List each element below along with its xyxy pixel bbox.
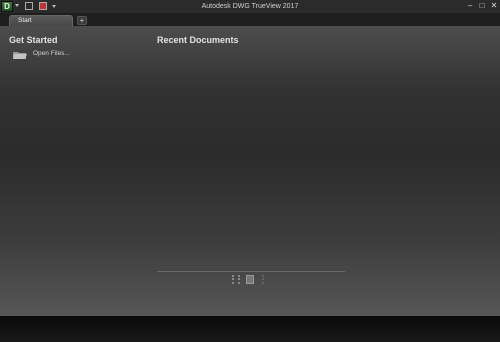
get-started-heading: Get Started — [9, 35, 58, 45]
file-tab-bar: Start + — [0, 13, 500, 26]
new-tab-button[interactable]: + — [77, 16, 87, 25]
folder-icon — [13, 52, 27, 59]
status-bar — [0, 316, 500, 342]
minimize-button[interactable]: – — [465, 1, 475, 11]
open-files-label: Open Files... — [33, 50, 70, 57]
divider — [157, 271, 345, 272]
window-title: Autodesk DWG TrueView 2017 — [201, 3, 299, 10]
recent-view-controls — [232, 275, 272, 285]
large-icons-view-icon[interactable] — [232, 275, 240, 284]
recent-documents-heading: Recent Documents — [157, 35, 239, 45]
tab-start-label: Start — [18, 17, 32, 24]
close-button[interactable]: ✕ — [489, 1, 499, 11]
tab-start[interactable]: Start — [9, 15, 73, 26]
list-view-icon[interactable] — [246, 275, 254, 284]
start-page — [0, 26, 500, 316]
details-view-icon[interactable] — [262, 275, 270, 284]
title-bar: D Autodesk DWG TrueView 2017 – □ ✕ — [0, 0, 500, 13]
maximize-button[interactable]: □ — [477, 1, 487, 11]
